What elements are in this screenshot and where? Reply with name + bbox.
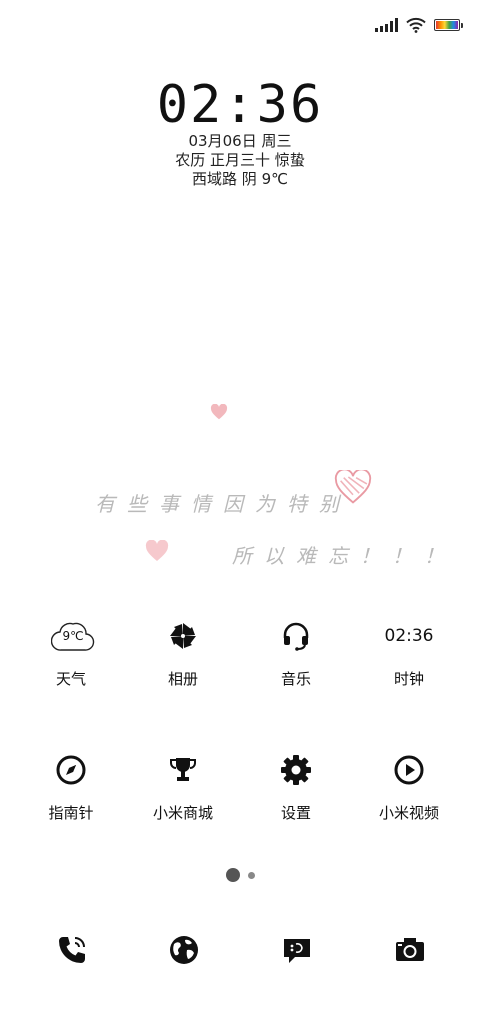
app-clock[interactable]: 02:36 时钟 xyxy=(354,616,464,688)
app-gallery[interactable]: 相册 xyxy=(128,616,238,688)
date-text: 03月06日 周三 xyxy=(188,132,292,150)
app-settings[interactable]: 设置 xyxy=(241,750,351,822)
weather-icon-temp: 9℃ xyxy=(62,629,84,643)
weather-text: 西域路 阴 9℃ xyxy=(192,170,288,188)
wifi-icon xyxy=(406,17,426,33)
lunar-date-text: 农历 正月三十 惊蛰 xyxy=(175,151,305,169)
medium-heart-icon xyxy=(145,540,169,561)
message-icon xyxy=(284,939,310,963)
app-weather[interactable]: 9℃ 天气 xyxy=(16,616,126,688)
app-label: 天气 xyxy=(55,670,86,688)
compass-icon xyxy=(51,750,91,790)
gear-icon xyxy=(276,750,316,790)
app-mi-video[interactable]: 小米视频 xyxy=(354,750,464,822)
trophy-icon xyxy=(163,750,203,790)
pinwheel-icon xyxy=(163,616,203,656)
app-label: 相册 xyxy=(167,670,198,688)
phone-icon xyxy=(59,937,85,963)
app-label: 设置 xyxy=(280,804,311,822)
headphones-icon xyxy=(276,616,316,656)
dock-camera[interactable] xyxy=(390,930,430,970)
app-label: 时钟 xyxy=(393,670,424,688)
dock-phone[interactable] xyxy=(52,930,92,970)
app-label: 小米视频 xyxy=(378,804,439,822)
wallpaper-quote-line1: 有些事情因为特别 xyxy=(95,492,351,516)
signal-bars-icon xyxy=(375,18,398,32)
status-bar xyxy=(375,14,463,36)
page-indicator[interactable] xyxy=(0,868,480,882)
weather-cloud-icon: 9℃ xyxy=(51,616,95,656)
app-label: 小米商城 xyxy=(152,804,213,822)
clock-icon-time: 02:36 xyxy=(384,626,434,646)
page-dot[interactable] xyxy=(247,871,255,879)
dock-messages[interactable] xyxy=(277,930,317,970)
wallpaper-quote-line2: 所以难忘！！！ xyxy=(232,544,456,568)
play-icon xyxy=(389,750,429,790)
large-heart-icon xyxy=(334,470,372,504)
app-music[interactable]: 音乐 xyxy=(241,616,351,688)
dock-browser[interactable] xyxy=(164,930,204,970)
clock-icon: 02:36 xyxy=(385,616,434,656)
page-dot-active[interactable] xyxy=(225,868,240,882)
app-label: 音乐 xyxy=(280,670,311,688)
lock-clock-widget[interactable]: 02:36 03月06日 周三 农历 正月三十 惊蛰 西域路 阴 9℃ xyxy=(0,78,480,189)
app-label: 指南针 xyxy=(48,804,94,822)
app-mi-store[interactable]: 小米商城 xyxy=(128,750,238,822)
small-heart-icon xyxy=(210,404,228,420)
battery-icon xyxy=(434,19,463,31)
browser-globe-icon xyxy=(170,936,198,964)
app-compass[interactable]: 指南针 xyxy=(16,750,126,822)
clock-time: 02:36 xyxy=(156,75,324,135)
camera-icon xyxy=(396,938,424,961)
